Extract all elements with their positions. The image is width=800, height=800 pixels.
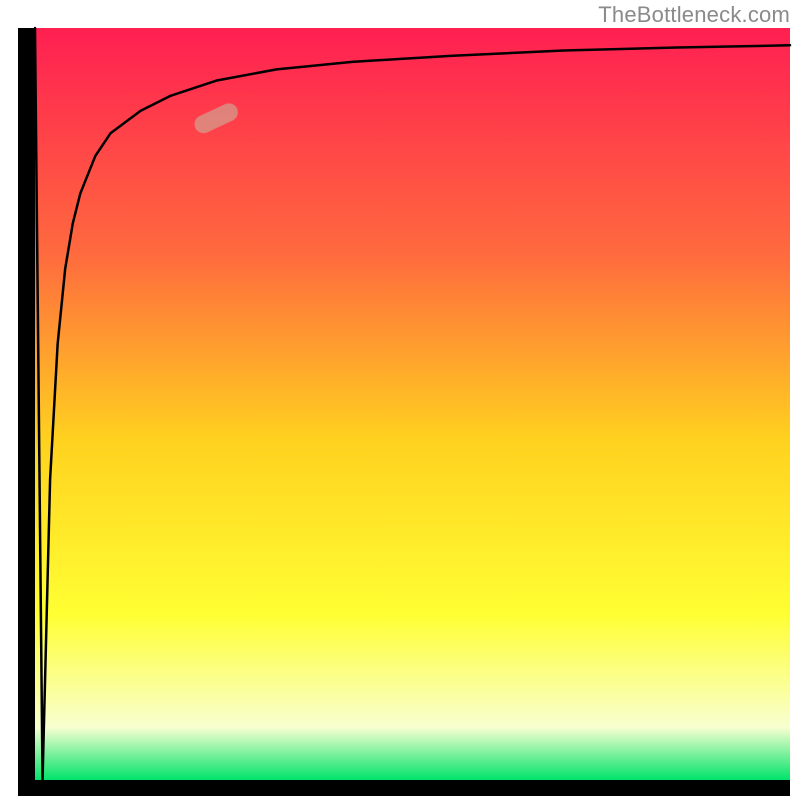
plot-background (35, 28, 790, 780)
chart-container: TheBottleneck.com (0, 0, 800, 800)
attribution-text: TheBottleneck.com (598, 2, 790, 28)
axis-left (18, 28, 35, 788)
axis-bottom (18, 780, 790, 796)
chart-svg (0, 0, 800, 800)
